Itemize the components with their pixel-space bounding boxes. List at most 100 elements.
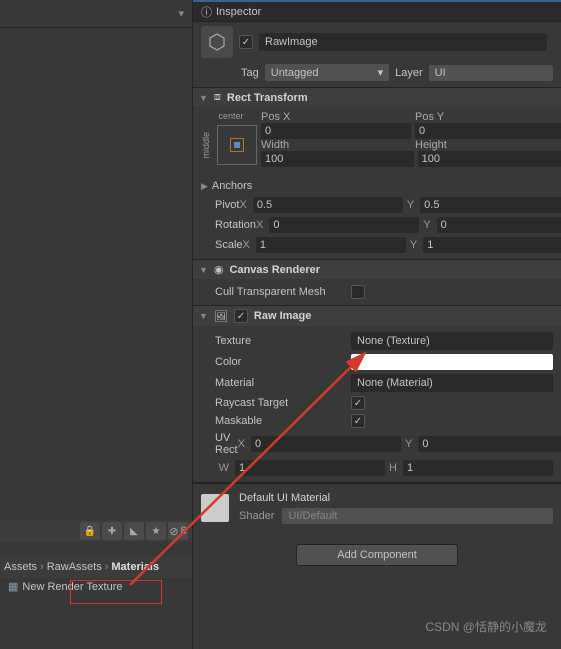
- material-preview-icon[interactable]: [201, 494, 229, 522]
- maskable-checkbox[interactable]: [351, 414, 365, 428]
- chevron-right-icon: ›: [40, 561, 44, 573]
- anchor-preset-button[interactable]: [217, 125, 257, 165]
- star-icon[interactable]: ★: [146, 522, 166, 540]
- raycast-checkbox[interactable]: [351, 396, 365, 410]
- maskable-label: Maskable: [201, 415, 351, 427]
- component-header[interactable]: ▼ ◉ Canvas Renderer: [193, 260, 561, 279]
- axis-y-label: Y: [423, 219, 430, 231]
- axis-x-label: X: [238, 438, 245, 450]
- axis-w-label: W: [219, 462, 229, 474]
- foldout-icon[interactable]: ▶: [201, 181, 208, 192]
- watermark: CSDN @恬静的小魔龙: [425, 618, 547, 635]
- collapse-icon[interactable]: ▾: [178, 7, 184, 20]
- rot-x-field[interactable]: [269, 217, 419, 233]
- chevron-down-icon: ▾: [378, 66, 384, 79]
- foldout-icon[interactable]: ▼: [199, 93, 208, 103]
- axis-y-label: Y: [405, 438, 412, 450]
- hidden-count[interactable]: ⊘8: [168, 522, 188, 540]
- axis-x-label: X: [243, 239, 250, 251]
- height-field[interactable]: [418, 151, 561, 167]
- scale-y-field[interactable]: [423, 237, 561, 253]
- height-label: Height: [415, 139, 561, 151]
- cull-checkbox[interactable]: [351, 285, 365, 299]
- gameobject-icon[interactable]: [201, 26, 233, 58]
- texture-field[interactable]: None (Texture): [351, 332, 553, 350]
- tag-icon[interactable]: ◣: [124, 522, 144, 540]
- anchor-middle-label: middle: [201, 132, 211, 159]
- layer-dropdown[interactable]: UI: [429, 65, 553, 81]
- inspector-title: Inspector: [216, 6, 261, 18]
- scale-x-field[interactable]: [256, 237, 406, 253]
- add-component-button[interactable]: Add Component: [296, 544, 458, 566]
- component-header[interactable]: ▼ 🖼 Raw Image: [193, 306, 561, 326]
- raw-image-component: ▼ 🖼 Raw Image Texture None (Texture) Col…: [193, 306, 561, 483]
- axis-x-label: X: [239, 199, 246, 211]
- rect-transform-icon: ⧈: [214, 91, 221, 104]
- axis-x-label: X: [256, 219, 263, 231]
- pos-x-label: Pos X: [261, 111, 411, 123]
- pivot-x-field[interactable]: [253, 197, 403, 213]
- lock-icon[interactable]: 🔒: [80, 522, 100, 540]
- material-field[interactable]: None (Material): [351, 374, 553, 392]
- breadcrumb-item-active[interactable]: Materials: [111, 561, 159, 573]
- hierarchy-panel: ▾ 🔒 ✚ ◣ ★ ⊘8 Assets › RawAssets › Materi…: [0, 0, 192, 649]
- enabled-checkbox[interactable]: [239, 35, 253, 49]
- chevron-right-icon: ›: [105, 561, 109, 573]
- pos-y-label: Pos Y: [415, 111, 561, 123]
- annotation-highlight: [70, 580, 162, 604]
- component-title: Rect Transform: [227, 92, 308, 104]
- rotation-label: Rotation: [201, 219, 256, 231]
- anchor-preset-label: center: [218, 111, 243, 121]
- texture-label: Texture: [201, 335, 351, 347]
- material-title: Default UI Material: [239, 492, 553, 504]
- add-component-area: Add Component: [193, 532, 561, 578]
- raycast-label: Raycast Target: [201, 397, 351, 409]
- component-header[interactable]: ▼ ⧈ Rect Transform: [193, 88, 561, 107]
- uv-w-field[interactable]: [235, 460, 385, 476]
- default-material-section: Default UI Material Shader UI/Default: [193, 483, 561, 532]
- width-label: Width: [261, 139, 411, 151]
- project-toolbar: 🔒 ✚ ◣ ★ ⊘8: [0, 520, 192, 542]
- canvas-renderer-component: ▼ ◉ Canvas Renderer Cull Transparent Mes…: [193, 260, 561, 306]
- raw-image-icon: 🖼: [214, 310, 228, 323]
- pivot-y-field[interactable]: [420, 197, 561, 213]
- uvrect-label: UV Rect: [201, 432, 238, 456]
- color-field[interactable]: [351, 354, 553, 370]
- canvas-renderer-icon: ◉: [214, 263, 224, 276]
- hierarchy-toolbar: ▾: [0, 0, 192, 28]
- pivot-label: Pivot: [201, 199, 239, 211]
- shader-dropdown[interactable]: UI/Default: [282, 508, 553, 524]
- tag-layer-row: Tag Untagged▾ Layer UI: [193, 62, 561, 88]
- material-label: Material: [201, 377, 351, 389]
- width-field[interactable]: [261, 151, 414, 167]
- breadcrumb: Assets › RawAssets › Materials: [0, 556, 192, 578]
- render-texture-icon: ▦: [8, 580, 18, 593]
- scale-label: Scale: [201, 239, 243, 251]
- inspector-panel: ⓘ Inspector Tag Untagged▾ Layer UI ▼ ⧈ R…: [192, 0, 561, 649]
- component-enabled-checkbox[interactable]: [234, 309, 248, 323]
- pos-x-field[interactable]: [261, 123, 411, 139]
- plus-icon[interactable]: ✚: [102, 522, 122, 540]
- inspector-icon: ⓘ: [201, 4, 212, 20]
- foldout-icon[interactable]: ▼: [199, 311, 208, 321]
- component-title: Raw Image: [254, 310, 311, 322]
- object-name-field[interactable]: [259, 33, 547, 51]
- component-title: Canvas Renderer: [230, 264, 321, 276]
- axis-y-label: Y: [407, 199, 414, 211]
- object-header: [193, 22, 561, 62]
- foldout-icon[interactable]: ▼: [199, 265, 208, 275]
- tag-dropdown[interactable]: Untagged▾: [265, 64, 389, 81]
- breadcrumb-item[interactable]: Assets: [4, 561, 37, 573]
- color-label: Color: [201, 356, 351, 368]
- anchors-label: Anchors: [212, 180, 252, 192]
- shader-label: Shader: [239, 510, 274, 522]
- inspector-tab[interactable]: ⓘ Inspector: [193, 0, 561, 22]
- uv-y-field[interactable]: [418, 436, 561, 452]
- pos-y-field[interactable]: [415, 123, 561, 139]
- breadcrumb-item[interactable]: RawAssets: [47, 561, 102, 573]
- uv-x-field[interactable]: [251, 436, 401, 452]
- uv-h-field[interactable]: [403, 460, 553, 476]
- rot-y-field[interactable]: [437, 217, 561, 233]
- cull-label: Cull Transparent Mesh: [201, 286, 351, 298]
- axis-h-label: H: [389, 462, 397, 474]
